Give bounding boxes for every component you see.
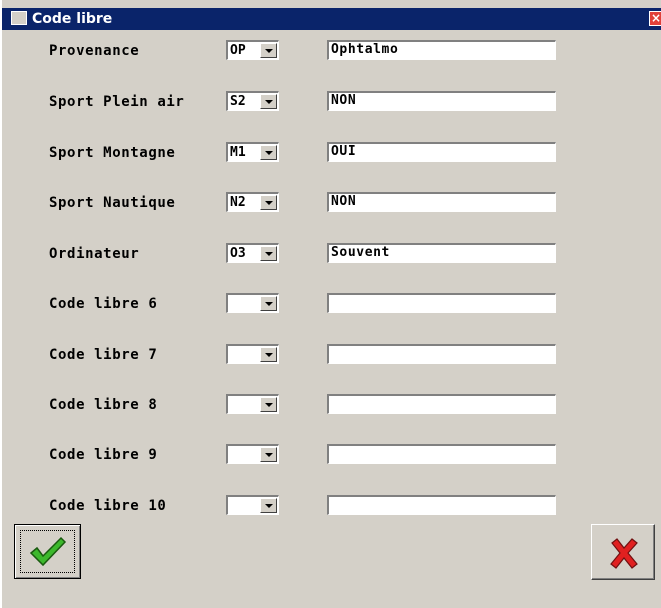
code-select-value: S2 bbox=[230, 94, 246, 109]
code-row-8: Code libre 8 bbox=[2, 394, 661, 418]
dropdown-button[interactable] bbox=[260, 195, 277, 210]
dropdown-button[interactable] bbox=[260, 145, 277, 160]
code-select[interactable]: M1 bbox=[226, 142, 279, 162]
dropdown-button[interactable] bbox=[260, 347, 277, 362]
ok-button[interactable] bbox=[14, 524, 81, 579]
code-value-field[interactable]: Ophtalmo bbox=[327, 40, 556, 60]
dropdown-button[interactable] bbox=[260, 296, 277, 311]
code-row-1: Provenance OP Ophtalmo bbox=[2, 40, 661, 64]
code-row-10: Code libre 10 bbox=[2, 495, 661, 519]
code-value-field[interactable]: NON bbox=[327, 91, 556, 111]
code-select[interactable]: N2 bbox=[226, 192, 279, 212]
code-label: Sport Nautique bbox=[49, 195, 176, 211]
code-row-9: Code libre 9 bbox=[2, 444, 661, 468]
dropdown-button[interactable] bbox=[260, 246, 277, 261]
code-value-field[interactable] bbox=[327, 394, 556, 414]
code-select[interactable] bbox=[226, 444, 279, 464]
code-select-value: N2 bbox=[230, 195, 246, 210]
code-row-2: Sport Plein air S2 NON bbox=[2, 91, 661, 115]
close-icon: × bbox=[650, 11, 661, 25]
code-label: Sport Montagne bbox=[49, 145, 176, 161]
code-label: Code libre 10 bbox=[49, 498, 167, 514]
chevron-down-icon bbox=[265, 504, 273, 508]
code-value-field[interactable] bbox=[327, 344, 556, 364]
code-select[interactable] bbox=[226, 495, 279, 515]
chevron-down-icon bbox=[265, 100, 273, 104]
code-select[interactable] bbox=[226, 344, 279, 364]
code-value-field[interactable]: NON bbox=[327, 192, 556, 212]
code-row-4: Sport Nautique N2 NON bbox=[2, 192, 661, 216]
code-select[interactable]: S2 bbox=[226, 91, 279, 111]
code-value-field[interactable] bbox=[327, 444, 556, 464]
window-icon bbox=[11, 11, 27, 25]
chevron-down-icon bbox=[265, 403, 273, 407]
code-row-5: Ordinateur O3 Souvent bbox=[2, 243, 661, 267]
code-row-3: Sport Montagne M1 OUI bbox=[2, 142, 661, 166]
cancel-button[interactable] bbox=[591, 524, 655, 580]
code-select[interactable]: O3 bbox=[226, 243, 279, 263]
chevron-down-icon bbox=[265, 252, 273, 256]
code-value-field[interactable]: OUI bbox=[327, 142, 556, 162]
chevron-down-icon bbox=[265, 201, 273, 205]
code-label: Code libre 6 bbox=[49, 296, 158, 312]
code-select-value: O3 bbox=[230, 246, 246, 261]
code-row-6: Code libre 6 bbox=[2, 293, 661, 317]
code-label: Code libre 8 bbox=[49, 397, 158, 413]
chevron-down-icon bbox=[265, 49, 273, 53]
code-select[interactable] bbox=[226, 293, 279, 313]
chevron-down-icon bbox=[265, 302, 273, 306]
code-value-field[interactable]: Souvent bbox=[327, 243, 556, 263]
dialog-window: Code libre × Provenance OP Ophtalmo Spor… bbox=[0, 0, 661, 608]
code-label: Ordinateur bbox=[49, 246, 140, 262]
dropdown-button[interactable] bbox=[260, 43, 277, 58]
chevron-down-icon bbox=[265, 453, 273, 457]
chevron-down-icon bbox=[265, 353, 273, 357]
code-select-value: M1 bbox=[230, 145, 246, 160]
code-row-7: Code libre 7 bbox=[2, 344, 661, 368]
code-value-field[interactable] bbox=[327, 293, 556, 313]
dropdown-button[interactable] bbox=[260, 94, 277, 109]
code-select-value: OP bbox=[230, 43, 246, 58]
code-label: Provenance bbox=[49, 43, 140, 59]
window-title: Code libre bbox=[32, 11, 113, 27]
chevron-down-icon bbox=[265, 151, 273, 155]
close-button[interactable]: × bbox=[649, 11, 661, 26]
title-bar[interactable]: Code libre × bbox=[2, 8, 661, 30]
code-label: Code libre 7 bbox=[49, 347, 158, 363]
code-label: Sport Plein air bbox=[49, 94, 185, 110]
red-x-icon bbox=[610, 538, 638, 569]
dropdown-button[interactable] bbox=[260, 447, 277, 462]
dropdown-button[interactable] bbox=[260, 498, 277, 513]
code-value-field[interactable] bbox=[327, 495, 556, 515]
code-select[interactable]: OP bbox=[226, 40, 279, 60]
code-select[interactable] bbox=[226, 394, 279, 414]
green-checkmark-icon bbox=[29, 536, 67, 567]
dropdown-button[interactable] bbox=[260, 397, 277, 412]
code-label: Code libre 9 bbox=[49, 447, 158, 463]
